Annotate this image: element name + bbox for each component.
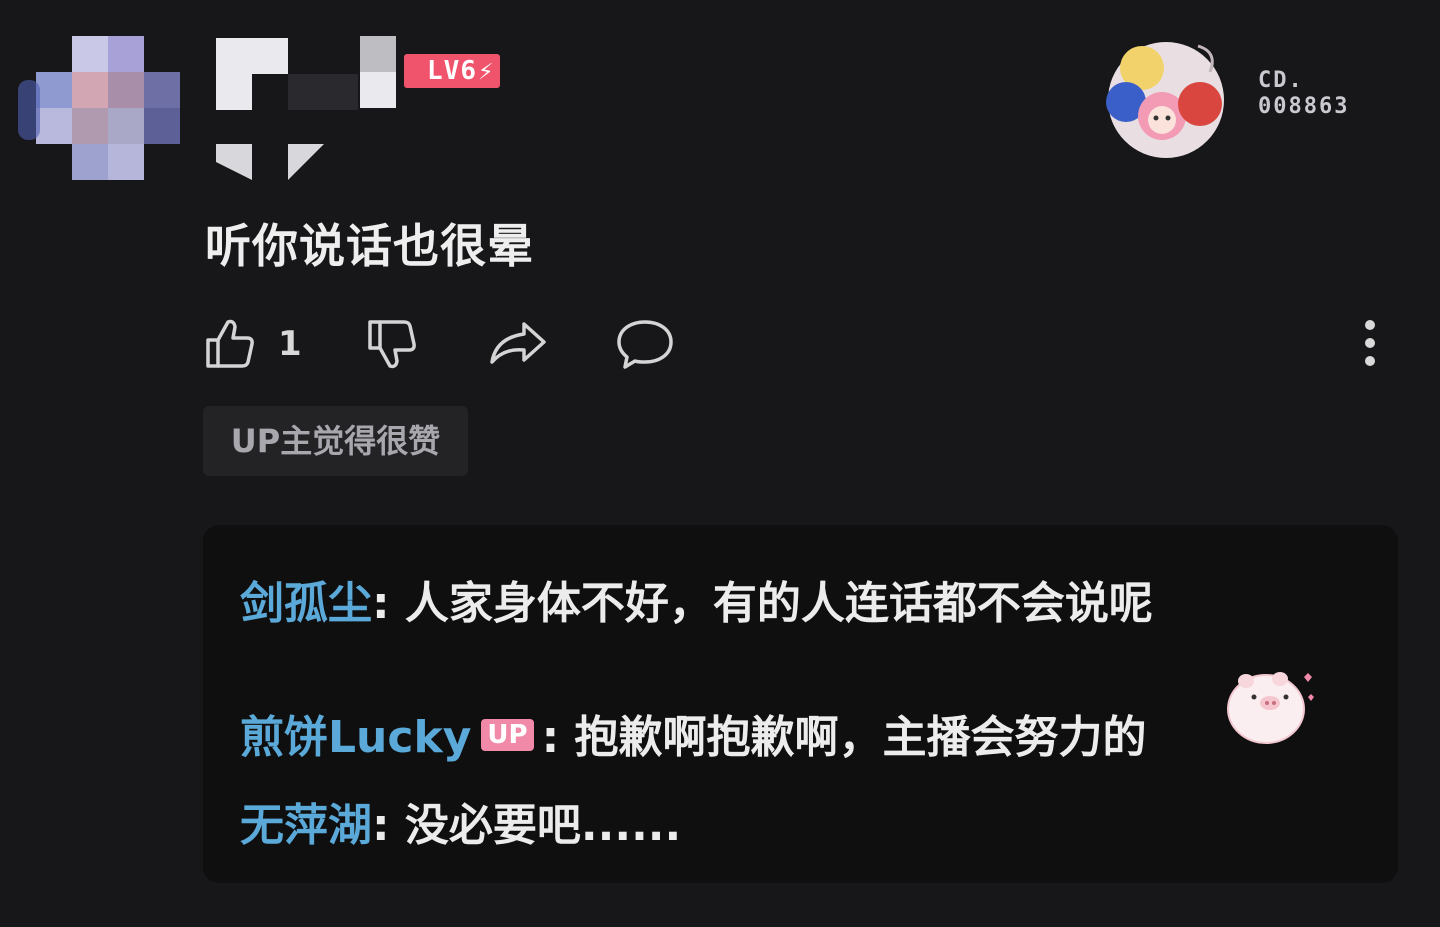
reply-author[interactable]: 无萍湖 xyxy=(240,800,372,851)
reply-button[interactable] xyxy=(614,312,676,376)
avatar[interactable] xyxy=(18,28,186,188)
share-button[interactable] xyxy=(488,312,550,376)
reply-item[interactable]: 无萍湖: 没必要吧...... xyxy=(240,789,681,853)
fan-number: CD. 008863 xyxy=(1258,68,1350,119)
up-liked-tag: UP主觉得很赞 xyxy=(203,406,468,476)
action-bar: 1 xyxy=(200,312,1400,376)
thumbs-down-icon xyxy=(368,320,416,369)
reply-text: 抱歉啊抱歉啊，主播会努力的 xyxy=(559,712,1147,763)
reply-text: 没必要吧...... xyxy=(389,800,682,851)
reply-list[interactable]: 剑孤尘: 人家身体不好，有的人连话都不会说呢 煎饼Lucky UP: 抱歉啊抱歉啊… xyxy=(203,525,1398,883)
pig-sticker-icon xyxy=(1227,672,1314,744)
dislike-button[interactable] xyxy=(362,312,422,376)
like-button[interactable]: 1 xyxy=(200,312,302,376)
more-options-icon[interactable] xyxy=(1356,318,1384,368)
reply-author[interactable]: 煎饼Lucky xyxy=(240,712,471,763)
reply-item[interactable]: 煎饼Lucky UP: 抱歉啊抱歉啊，主播会努力的 xyxy=(240,701,1147,765)
user-subline xyxy=(214,144,334,180)
like-count: 1 xyxy=(278,324,302,364)
fan-badge-icon[interactable] xyxy=(1100,34,1230,162)
comment-page: LV6 ⚡ CD. 008863 听你说话也很晕 1 UP主觉得很赞 剑孤尘: … xyxy=(0,0,1440,927)
lightning-icon: ⚡ xyxy=(478,60,494,85)
reply-item[interactable]: 剑孤尘: 人家身体不好，有的人连话都不会说呢 xyxy=(240,567,1153,631)
reply-author[interactable]: 剑孤尘 xyxy=(240,578,372,629)
comment-icon xyxy=(617,320,673,369)
up-badge: UP xyxy=(481,719,534,751)
comment-text: 听你说话也很晕 xyxy=(205,219,534,273)
share-icon xyxy=(490,322,546,364)
thumbs-up-icon xyxy=(206,319,254,368)
reply-text: 人家身体不好，有的人连话都不会说呢 xyxy=(389,578,1153,629)
username[interactable] xyxy=(214,34,404,112)
